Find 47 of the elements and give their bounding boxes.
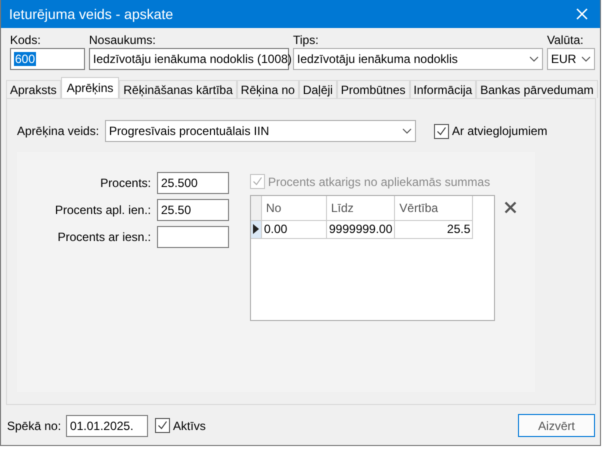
tab[interactable]: Daļēji bbox=[298, 80, 337, 98]
date-field[interactable]: 01.01.2025. bbox=[66, 414, 148, 436]
text-field[interactable]: 25.50 bbox=[157, 199, 229, 221]
tab[interactable]: Informācija bbox=[410, 80, 476, 98]
text-field[interactable]: Iedzīvotāju ienākuma nodoklis (1008) bbox=[89, 48, 289, 70]
field-label: Nosaukums: bbox=[89, 33, 157, 46]
field-value: EUR bbox=[551, 52, 576, 66]
close-button[interactable]: Aizvērt bbox=[518, 414, 595, 437]
field-label: Procents ar iesn.: bbox=[58, 230, 151, 244]
field-value: Iedzīvotāju ienākuma nodoklis bbox=[297, 52, 458, 66]
chevron-down-icon bbox=[581, 56, 591, 62]
checkbox-label: Aktīvs bbox=[173, 418, 206, 432]
tab[interactable]: Rēķina no bbox=[236, 80, 299, 98]
table-cell: 0.00 bbox=[262, 220, 326, 238]
checkbox-label: Ar atvieglojumiem bbox=[452, 124, 548, 138]
dropdown[interactable]: EUR bbox=[547, 48, 595, 70]
checkbox[interactable] bbox=[155, 418, 170, 433]
window-title: Ieturējuma veids - apskate bbox=[9, 6, 174, 22]
delete-icon[interactable] bbox=[504, 201, 517, 214]
text-field[interactable] bbox=[157, 226, 229, 248]
tab[interactable]: Bankas pārvedumam bbox=[476, 80, 598, 98]
field-label: Kods: bbox=[10, 33, 42, 46]
checkbox[interactable] bbox=[434, 124, 450, 138]
dropdown[interactable]: Iedzīvotāju ienākuma nodoklis bbox=[293, 48, 543, 70]
column-header[interactable]: Līdz bbox=[326, 196, 395, 220]
table-cell: 25.5 bbox=[394, 220, 473, 238]
field-label: Procents apl. ien.: bbox=[54, 203, 151, 217]
text-field[interactable]: 600 bbox=[10, 48, 85, 70]
field-label: Tips: bbox=[293, 33, 320, 46]
field-label: Spēkā no: bbox=[7, 418, 62, 432]
tab[interactable]: Aprēķins bbox=[60, 77, 120, 98]
calculation-dropdown[interactable]: Progresīvais procentuālais IIN bbox=[105, 120, 416, 142]
chevron-down-icon bbox=[529, 56, 539, 62]
column-header[interactable]: No bbox=[262, 196, 326, 220]
table-cell: 9999999.00 bbox=[326, 220, 395, 238]
chevron-down-icon bbox=[402, 128, 412, 134]
field-label: Aprēķina veids: bbox=[17, 124, 100, 138]
field-value: Iedzīvotāju ienākuma nodoklis (1008) bbox=[93, 52, 292, 66]
field-label: Valūta: bbox=[547, 33, 584, 46]
field-label: Procents: bbox=[100, 176, 151, 190]
text-field[interactable]: 25.500 bbox=[157, 172, 229, 194]
selected-text: 600 bbox=[14, 52, 36, 66]
tab[interactable]: Rēķināšanas kārtība bbox=[119, 80, 237, 98]
tab[interactable]: Prombūtnes bbox=[336, 80, 410, 98]
checkbox-label: Procents atkarigs no apliekamās summas bbox=[268, 174, 490, 188]
tab[interactable]: Apraksts bbox=[6, 80, 61, 98]
column-header[interactable]: Vērtība bbox=[394, 196, 473, 220]
